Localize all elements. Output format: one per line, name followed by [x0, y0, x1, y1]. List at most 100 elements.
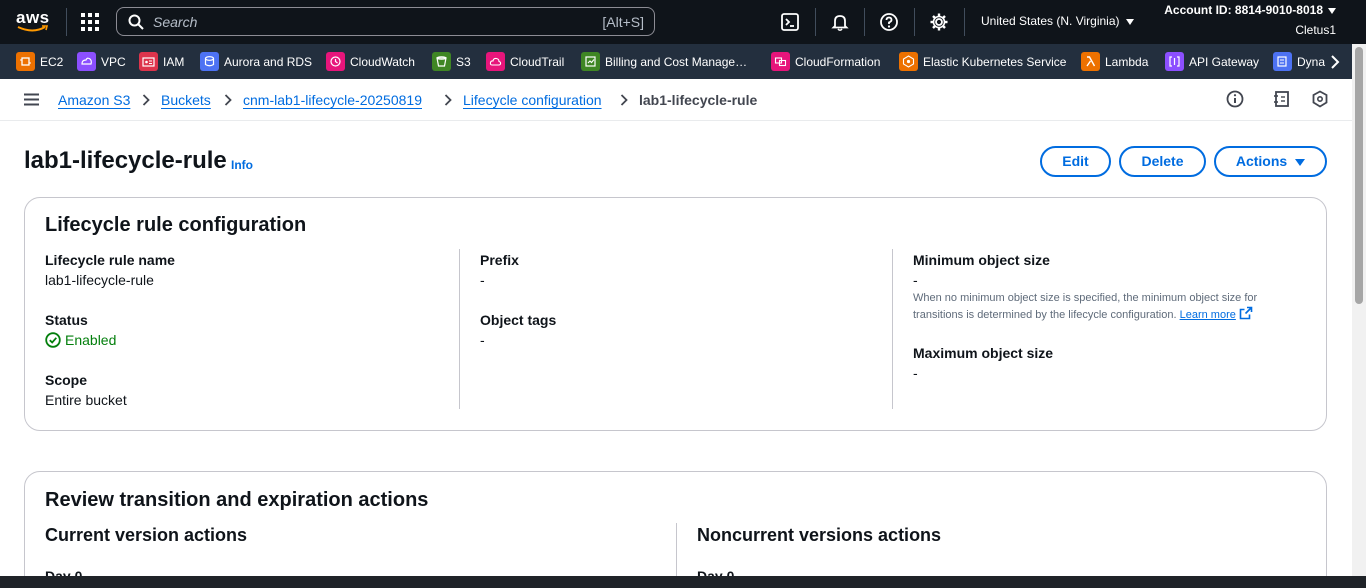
favorite-label: CloudWatch [350, 55, 415, 69]
search-icon [128, 14, 144, 30]
nav-separator [914, 8, 915, 36]
favorite-label: Elastic Kubernetes Service [923, 55, 1067, 69]
nav-separator [66, 8, 67, 36]
breadcrumb-buckets[interactable]: Buckets [161, 92, 211, 108]
actions-label: Actions [1235, 153, 1288, 169]
breadcrumb-amazon-s3[interactable]: Amazon S3 [58, 92, 130, 108]
column-divider [892, 249, 893, 409]
learn-more-link[interactable]: Learn more [1180, 309, 1236, 321]
favorite-label: API Gateway [1189, 55, 1260, 69]
chevron-right-icon [224, 94, 232, 106]
nav-separator [864, 8, 865, 36]
review-transition-card: Review transition and expiration actions… [24, 471, 1327, 588]
settings-gear-icon[interactable] [929, 12, 949, 32]
notes-panel-icon[interactable] [1273, 90, 1291, 108]
scrollbar-thumb[interactable] [1355, 47, 1363, 304]
favorite-label: Lambda [1105, 55, 1149, 69]
rds-icon [200, 52, 219, 71]
external-link-icon[interactable] [1239, 306, 1253, 320]
chevron-right-icon [620, 94, 628, 106]
dynamodb-icon [1273, 52, 1292, 71]
edit-button[interactable]: Edit [1040, 146, 1111, 177]
top-navigation: aws Search [Alt+S] United States (N. Vir… [0, 0, 1366, 44]
vpc-icon [77, 52, 96, 71]
cloudwatch-icon [326, 52, 345, 71]
min-size-value: - [913, 272, 918, 288]
services-grid-icon[interactable] [80, 12, 100, 32]
bottom-bar [0, 576, 1366, 588]
menu-hamburger-icon[interactable] [24, 93, 39, 106]
prefix-label: Prefix [480, 252, 519, 268]
page-title: lab1-lifecycle-rule [24, 147, 227, 174]
breadcrumb-lifecycle-configuration[interactable]: Lifecycle configuration [463, 92, 602, 108]
min-size-hint: When no minimum object size is specified… [913, 291, 1308, 323]
chevron-right-icon [444, 94, 452, 106]
search-placeholder: Search [153, 14, 198, 30]
favorite-label: IAM [163, 55, 185, 69]
min-size-label: Minimum object size [913, 252, 1050, 268]
notifications-bell-icon[interactable] [830, 12, 850, 32]
aws-smile-icon [17, 25, 49, 32]
column-divider [459, 249, 460, 409]
account-id: Account ID: 8814-9010-8018 [1164, 3, 1323, 17]
max-size-value: - [913, 365, 918, 381]
breadcrumb-bucket[interactable]: cnm-lab1-lifecycle-20250819 [243, 92, 422, 108]
iam-icon [139, 52, 158, 71]
cloudformation-icon [771, 52, 790, 71]
shield-icon[interactable] [1311, 90, 1329, 108]
favorite-label: EC2 [40, 55, 64, 69]
lifecycle-rule-configuration-card: Lifecycle rule configuration Lifecycle r… [24, 197, 1327, 431]
user-name: Cletus1 [1295, 23, 1336, 37]
rule-name-label: Lifecycle rule name [45, 252, 175, 268]
favorite-label: Billing and Cost Manage… [605, 55, 748, 69]
nav-separator [964, 8, 965, 36]
aws-logo[interactable]: aws [16, 8, 50, 34]
status-label: Status [45, 312, 88, 328]
scope-value: Entire bucket [45, 392, 127, 408]
cloudtrail-icon [486, 52, 505, 71]
max-size-label: Maximum object size [913, 345, 1054, 361]
s3-bucket-icon [432, 52, 451, 71]
account-menu[interactable]: Account ID: 8814-9010-8018 [1164, 3, 1336, 17]
caret-down-icon [1125, 18, 1134, 25]
favorite-label: S3 [456, 55, 471, 69]
favorite-label: Dyna [1297, 55, 1326, 69]
breadcrumb-current: lab1-lifecycle-rule [639, 92, 758, 108]
favorite-label: CloudFormation [795, 55, 881, 69]
status-value: Enabled [65, 332, 117, 348]
breadcrumb-bar: Amazon S3 Buckets cnm-lab1-lifecycle-202… [0, 79, 1352, 121]
scope-label: Scope [45, 372, 88, 388]
ec2-icon [16, 52, 35, 71]
caret-down-icon [1295, 158, 1306, 166]
lambda-icon [1081, 52, 1100, 71]
nav-separator [815, 8, 816, 36]
favorite-label: Aurora and RDS [224, 55, 313, 69]
eks-icon [899, 52, 918, 71]
cloudshell-icon[interactable] [780, 12, 800, 32]
object-tags-value: - [480, 332, 485, 348]
api-gateway-icon [1165, 52, 1184, 71]
delete-button[interactable]: Delete [1119, 146, 1206, 177]
noncurrent-version-title: Noncurrent versions actions [697, 525, 942, 545]
info-panel-icon[interactable] [1226, 90, 1244, 108]
favorite-label: VPC [101, 55, 126, 69]
actions-dropdown-button[interactable]: Actions [1214, 146, 1327, 177]
billing-icon [581, 52, 600, 71]
region-selector[interactable]: United States (N. Virginia) [981, 14, 1134, 28]
prefix-value: - [480, 272, 485, 288]
region-label: United States (N. Virginia) [981, 14, 1120, 28]
search-input[interactable]: Search [Alt+S] [116, 7, 655, 36]
chevron-right-icon[interactable] [1328, 54, 1342, 70]
caret-down-icon [1328, 7, 1336, 14]
card-title: Review transition and expiration actions [45, 489, 429, 511]
info-link[interactable]: Info [231, 158, 253, 172]
rule-name-value: lab1-lifecycle-rule [45, 272, 154, 288]
favorite-label: CloudTrail [510, 55, 565, 69]
help-icon[interactable] [879, 12, 899, 32]
favorites-bar: EC2 VPC IAM Aurora and RDS CloudWatch S3… [0, 44, 1366, 79]
object-tags-label: Object tags [480, 312, 557, 328]
current-version-title: Current version actions [45, 525, 248, 545]
search-shortcut: [Alt+S] [602, 14, 644, 30]
card-title: Lifecycle rule configuration [45, 214, 307, 236]
check-circle-icon [45, 332, 61, 348]
